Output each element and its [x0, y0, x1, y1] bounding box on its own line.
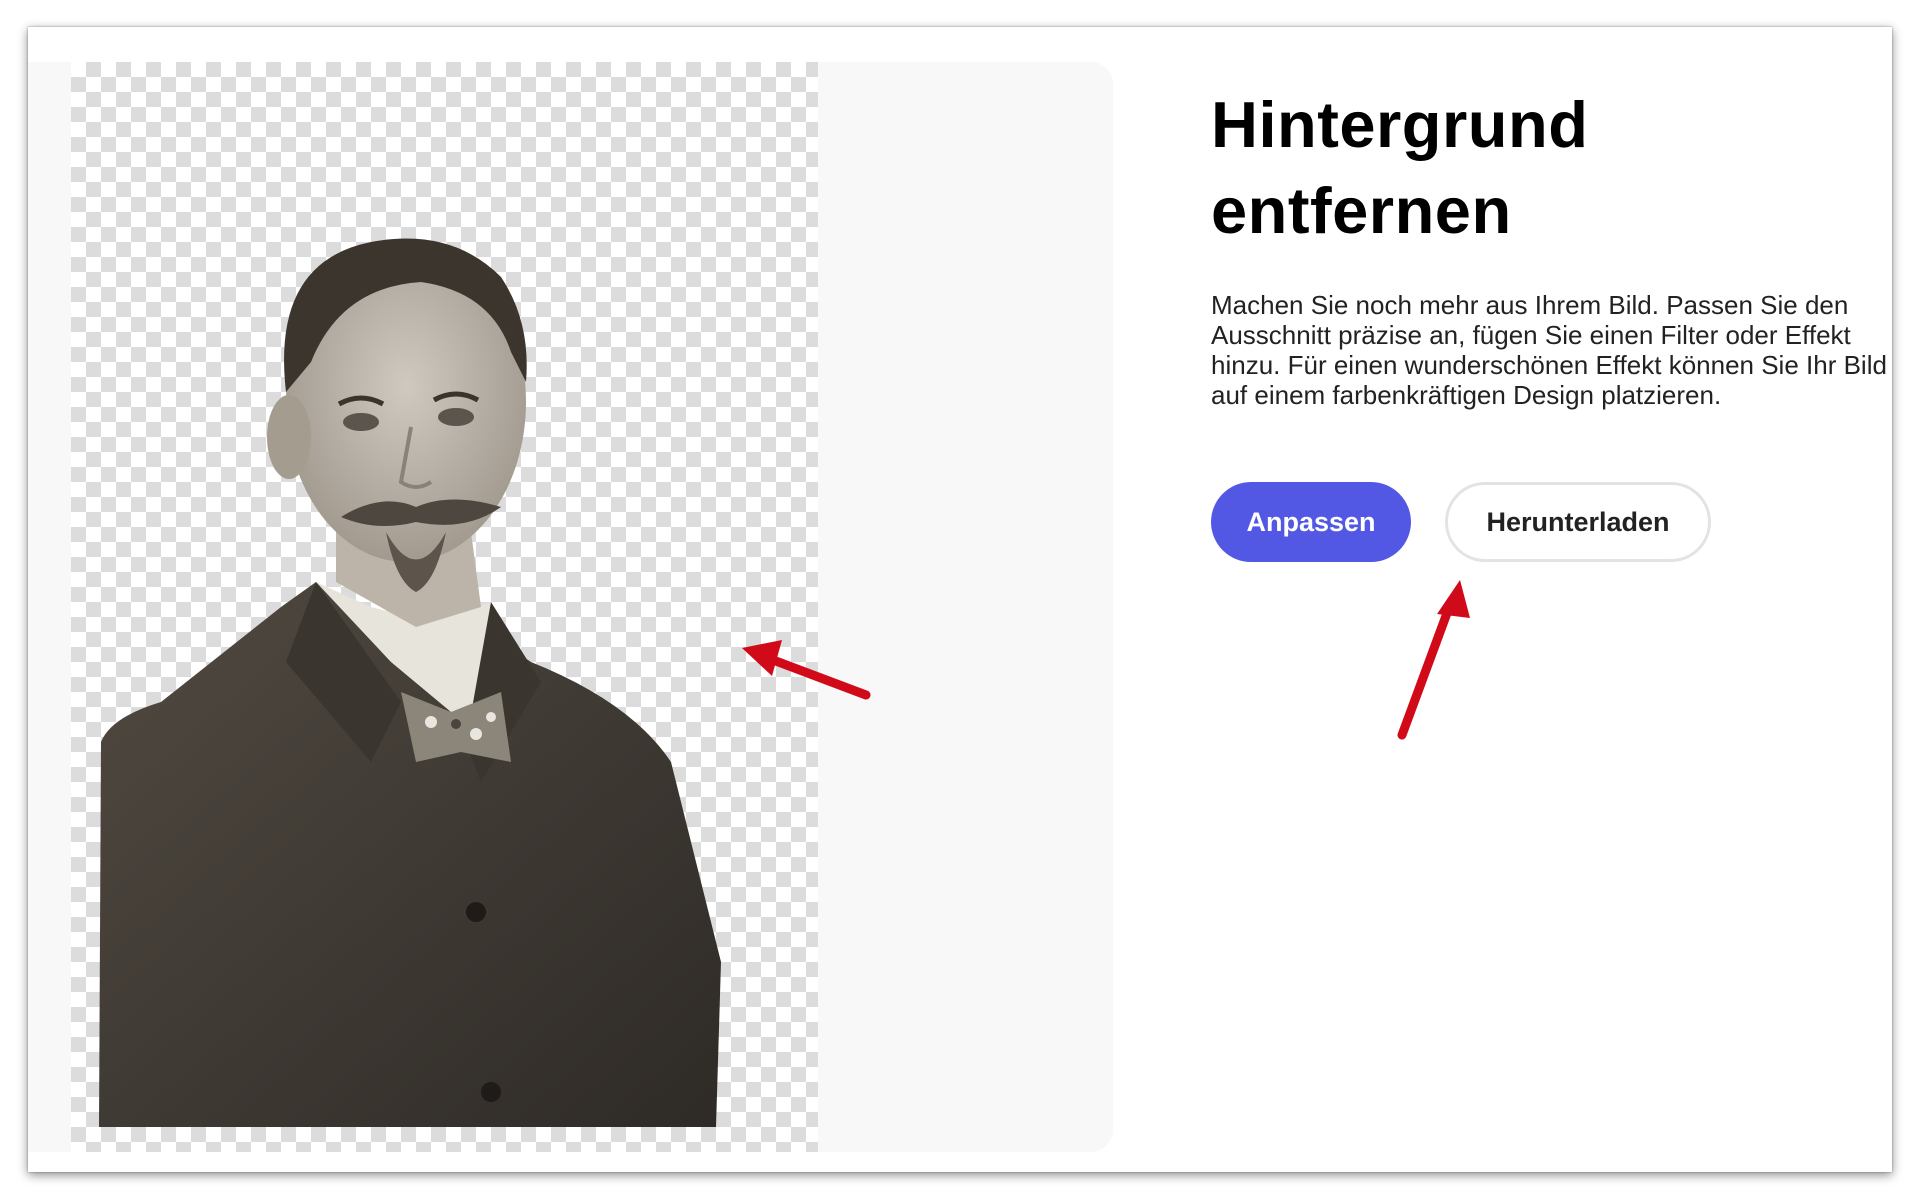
download-button[interactable]: Herunterladen: [1445, 482, 1711, 562]
page-title-line1: Hintergrund: [1211, 88, 1589, 161]
portrait-cutout-image: [99, 238, 721, 1127]
page-title-line2: entfernen: [1211, 174, 1512, 247]
page-description: Machen Sie noch mehr aus Ihrem Bild. Pas…: [1211, 290, 1887, 410]
page-title: Hintergrund entfernen: [1211, 82, 1588, 254]
screenshot-frame: Hintergrund entfernen Machen Sie noch meh…: [28, 27, 1892, 1172]
adjust-button[interactable]: Anpassen: [1211, 482, 1411, 562]
image-preview-panel: [28, 62, 1113, 1152]
